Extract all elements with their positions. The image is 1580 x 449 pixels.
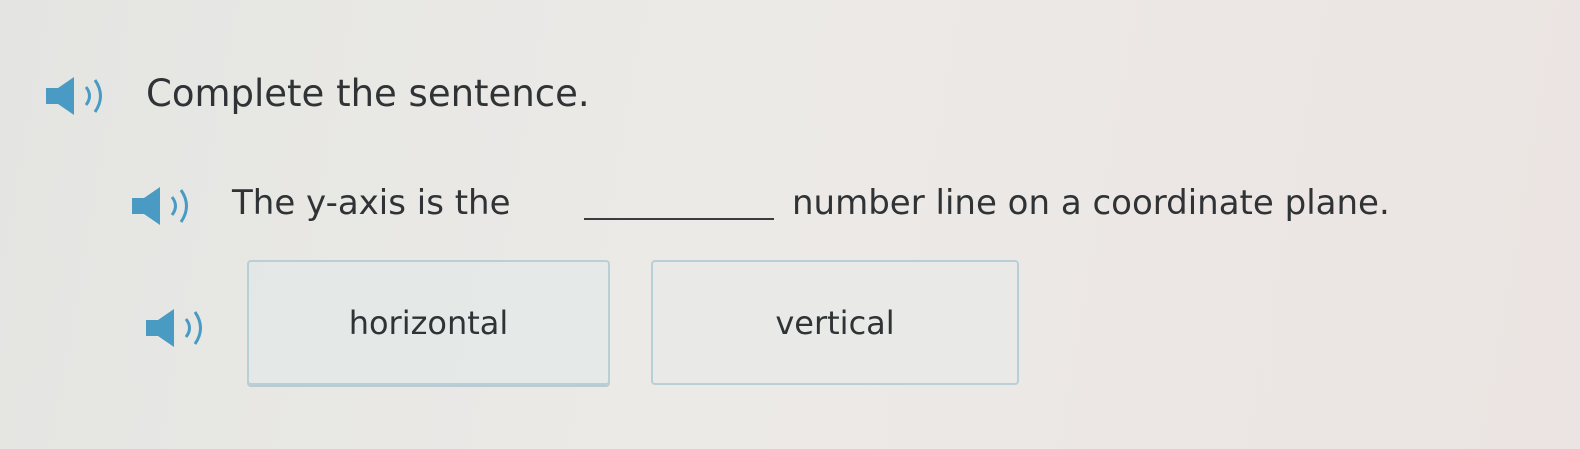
answer-blank (584, 218, 774, 220)
question-text-before: The y-axis is the (232, 183, 511, 223)
speaker-icon[interactable] (38, 74, 128, 118)
choice-button-horizontal[interactable]: horizontal (247, 260, 610, 385)
question-text-after: number line on a coordinate plane. (792, 183, 1390, 223)
question-sentence: The y-axis is the number line on a coord… (232, 180, 1390, 226)
choice-label: horizontal (348, 303, 509, 342)
choice-button-vertical[interactable]: vertical (651, 260, 1019, 385)
choice-label: vertical (775, 303, 895, 342)
instruction-text: Complete the sentence. (146, 72, 590, 115)
speaker-icon[interactable] (124, 184, 214, 228)
speaker-icon[interactable] (138, 306, 228, 350)
